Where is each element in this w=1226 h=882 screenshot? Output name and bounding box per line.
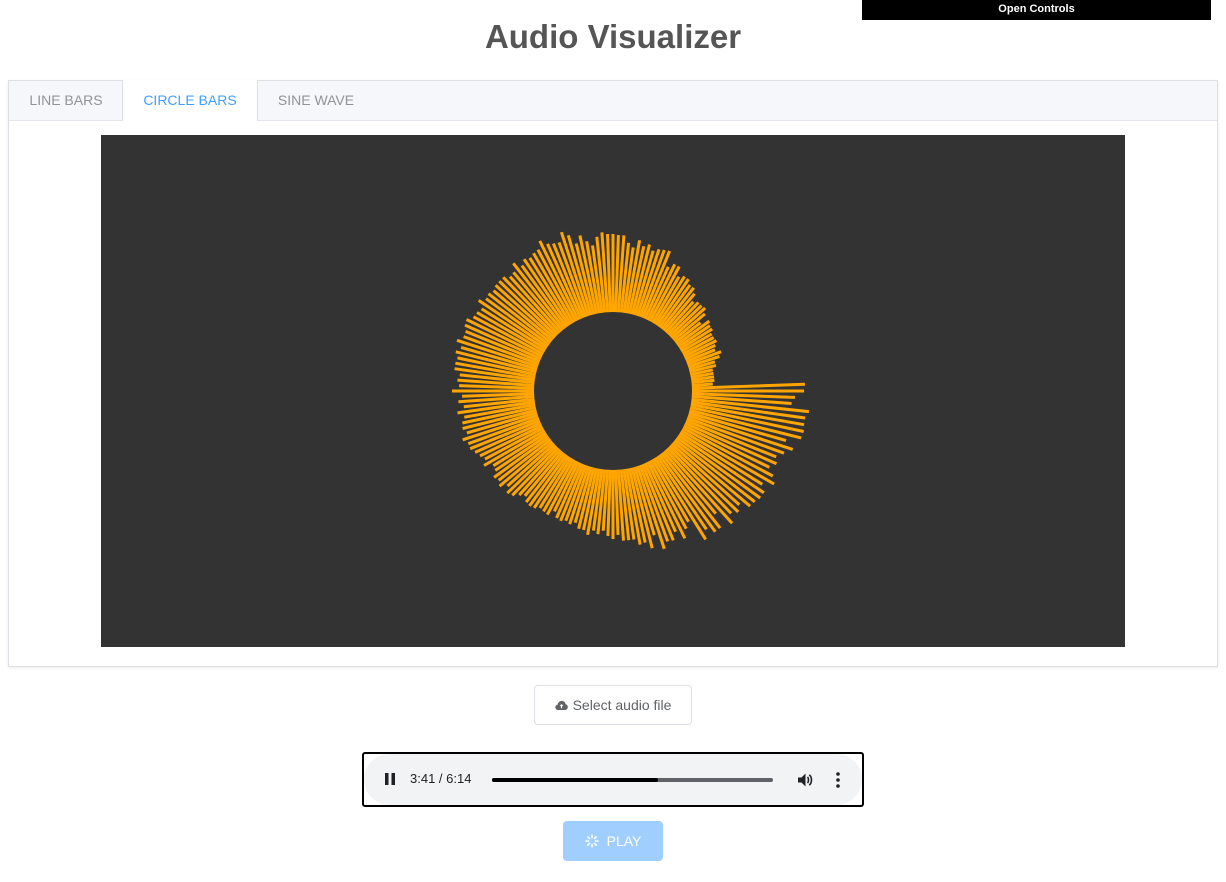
play-button[interactable]: PLAY xyxy=(563,821,663,861)
visualizer-canvas xyxy=(101,135,1125,647)
audio-player: 3:41 / 6:14 xyxy=(364,754,862,805)
select-audio-file-label: Select audio file xyxy=(572,697,672,713)
progress-slider[interactable] xyxy=(492,778,773,782)
circle-bars-visual xyxy=(452,231,810,550)
tab-sine-wave[interactable]: SINE WAVE xyxy=(258,80,374,121)
loading-icon xyxy=(584,834,599,848)
tab-circle-bars[interactable]: CIRCLE BARS xyxy=(122,80,258,121)
more-options-icon[interactable] xyxy=(830,771,846,789)
tab-bar: LINE BARS CIRCLE BARS SINE WAVE xyxy=(9,80,1217,121)
tab-line-bars[interactable]: LINE BARS xyxy=(9,80,123,121)
pause-icon[interactable] xyxy=(382,771,398,787)
progress-fill xyxy=(492,778,658,782)
time-display: 3:41 / 6:14 xyxy=(410,771,472,786)
select-audio-file-button[interactable]: Select audio file xyxy=(534,685,692,725)
audio-player-frame: 3:41 / 6:14 xyxy=(362,752,864,807)
cloud-upload-icon xyxy=(554,700,568,710)
page-title: Audio Visualizer xyxy=(484,18,742,55)
open-controls-button[interactable]: Open Controls xyxy=(862,0,1211,20)
play-button-label: PLAY xyxy=(606,833,642,849)
volume-icon[interactable] xyxy=(796,771,814,789)
circle-center xyxy=(534,312,692,470)
visualizer-card: LINE BARS CIRCLE BARS SINE WAVE xyxy=(8,80,1218,667)
circle-bar xyxy=(690,382,713,388)
